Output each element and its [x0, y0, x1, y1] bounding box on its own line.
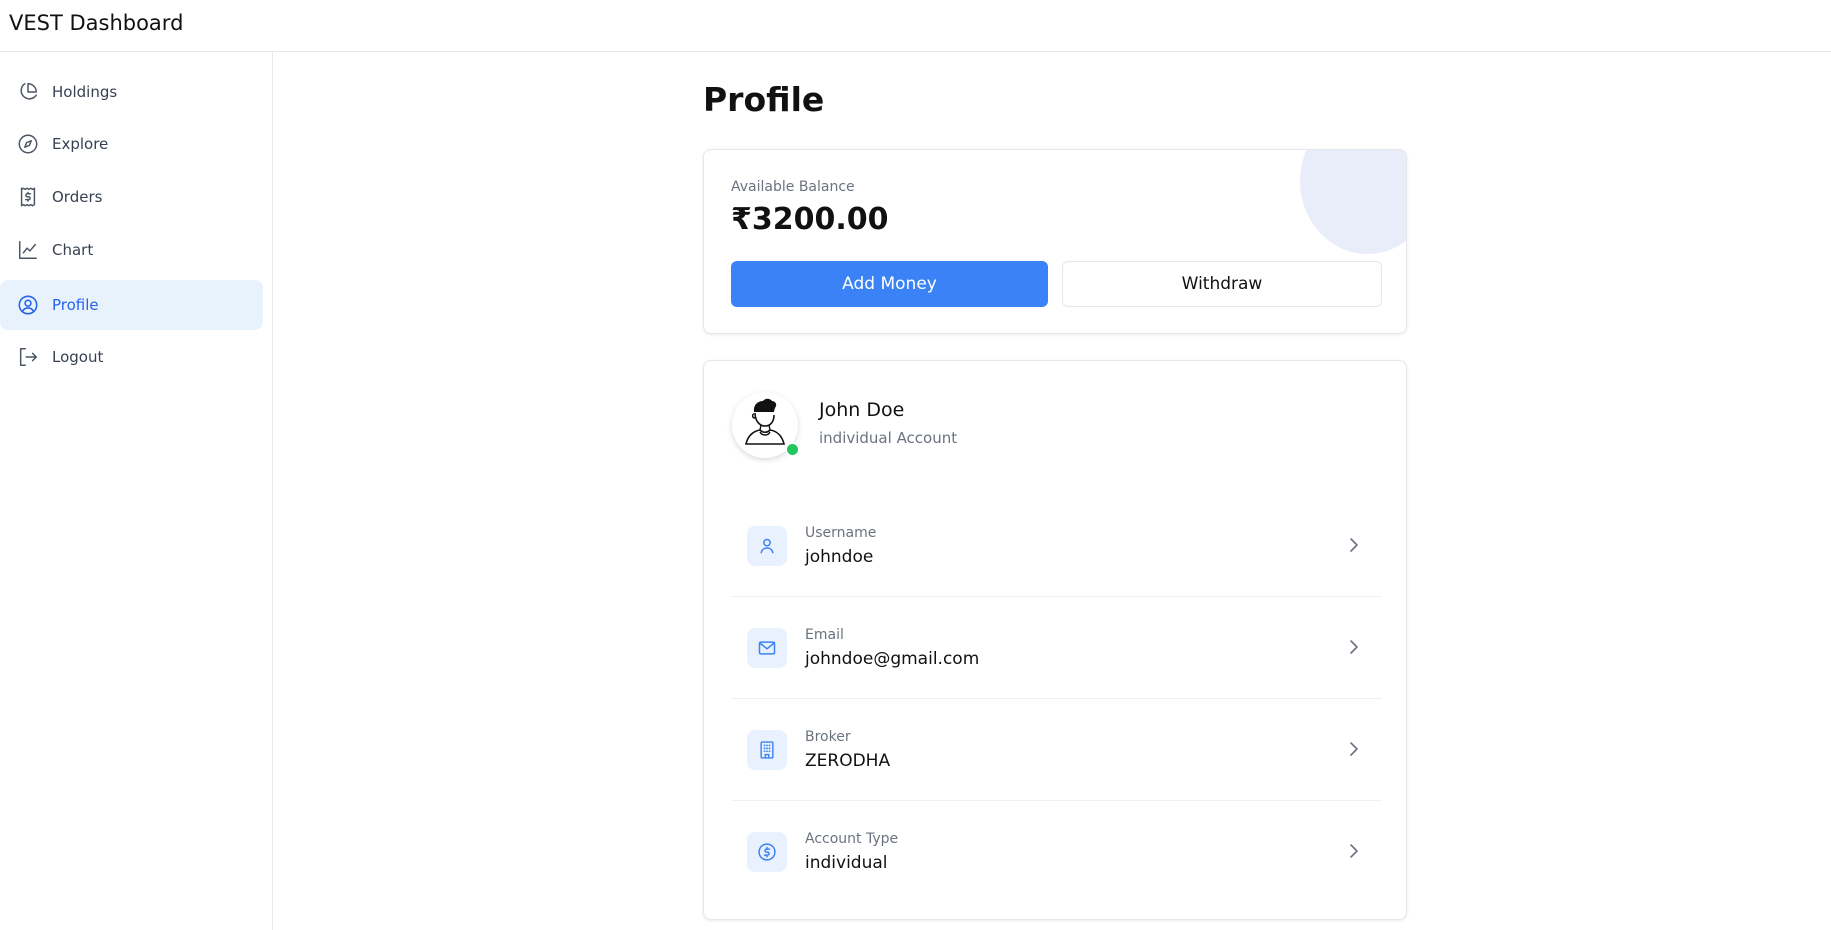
sidebar-item-profile[interactable]: Profile: [0, 280, 263, 330]
chevron-right-icon: [1350, 640, 1358, 654]
line-chart-icon: [17, 239, 39, 261]
top-bar: VEST Dashboard: [0, 0, 1831, 52]
field-label: Account Type: [805, 831, 899, 847]
mail-icon: [747, 628, 787, 668]
sidebar-item-label: Orders: [52, 188, 103, 206]
avatar-illustration-icon: [745, 398, 786, 445]
logout-icon: [17, 346, 39, 368]
pie-chart-icon: [17, 81, 39, 103]
page-title: Profile: [703, 80, 825, 119]
profile-field-username[interactable]: Username johndoe: [731, 495, 1382, 597]
profile-card: John Doe individual Account Username joh…: [703, 360, 1407, 920]
app-title: VEST Dashboard: [9, 11, 184, 35]
decorative-circle: [1300, 150, 1406, 254]
user-circle-icon: [17, 294, 39, 316]
sidebar-item-holdings[interactable]: Holdings: [0, 67, 263, 117]
profile-field-email[interactable]: Email johndoe@gmail.com: [731, 597, 1382, 699]
compass-icon: [17, 133, 39, 155]
field-value: ZERODHA: [805, 751, 891, 771]
field-value: individual: [805, 853, 888, 873]
balance-value: ₹3200.00: [731, 202, 889, 237]
withdraw-button[interactable]: Withdraw: [1062, 261, 1382, 307]
chevron-right-icon: [1350, 844, 1358, 858]
sidebar-item-label: Logout: [52, 348, 104, 366]
sidebar-item-label: Chart: [52, 241, 94, 259]
chevron-right-icon: [1350, 742, 1358, 756]
profile-field-account-type[interactable]: Account Type individual: [731, 801, 1382, 903]
sidebar-item-explore[interactable]: Explore: [0, 119, 263, 169]
online-status-dot: [785, 442, 800, 457]
balance-label: Available Balance: [731, 179, 855, 195]
sidebar-item-chart[interactable]: Chart: [0, 225, 263, 275]
receipt-dollar-icon: [17, 186, 39, 208]
user-name: John Doe: [819, 399, 905, 421]
sidebar-item-label: Explore: [52, 135, 109, 153]
balance-card: Available Balance ₹3200.00 Add Money Wit…: [703, 149, 1407, 334]
account-subtitle: individual Account: [819, 429, 958, 447]
sidebar-item-label: Holdings: [52, 83, 118, 101]
chevron-right-icon: [1350, 538, 1358, 552]
user-icon: [747, 526, 787, 566]
field-label: Broker: [805, 729, 851, 745]
sidebar-item-orders[interactable]: Orders: [0, 172, 263, 222]
field-label: Email: [805, 627, 844, 643]
sidebar-item-label: Profile: [52, 296, 99, 314]
add-money-button[interactable]: Add Money: [731, 261, 1048, 307]
field-value: johndoe@gmail.com: [805, 649, 980, 669]
sidebar-item-logout[interactable]: Logout: [0, 332, 263, 382]
profile-field-broker[interactable]: Broker ZERODHA: [731, 699, 1382, 801]
building-icon: [747, 730, 787, 770]
sidebar: Holdings Explore Orders Chart Profile Lo…: [0, 52, 273, 930]
field-label: Username: [805, 525, 877, 541]
field-value: johndoe: [805, 547, 874, 567]
dollar-circle-icon: [747, 832, 787, 872]
